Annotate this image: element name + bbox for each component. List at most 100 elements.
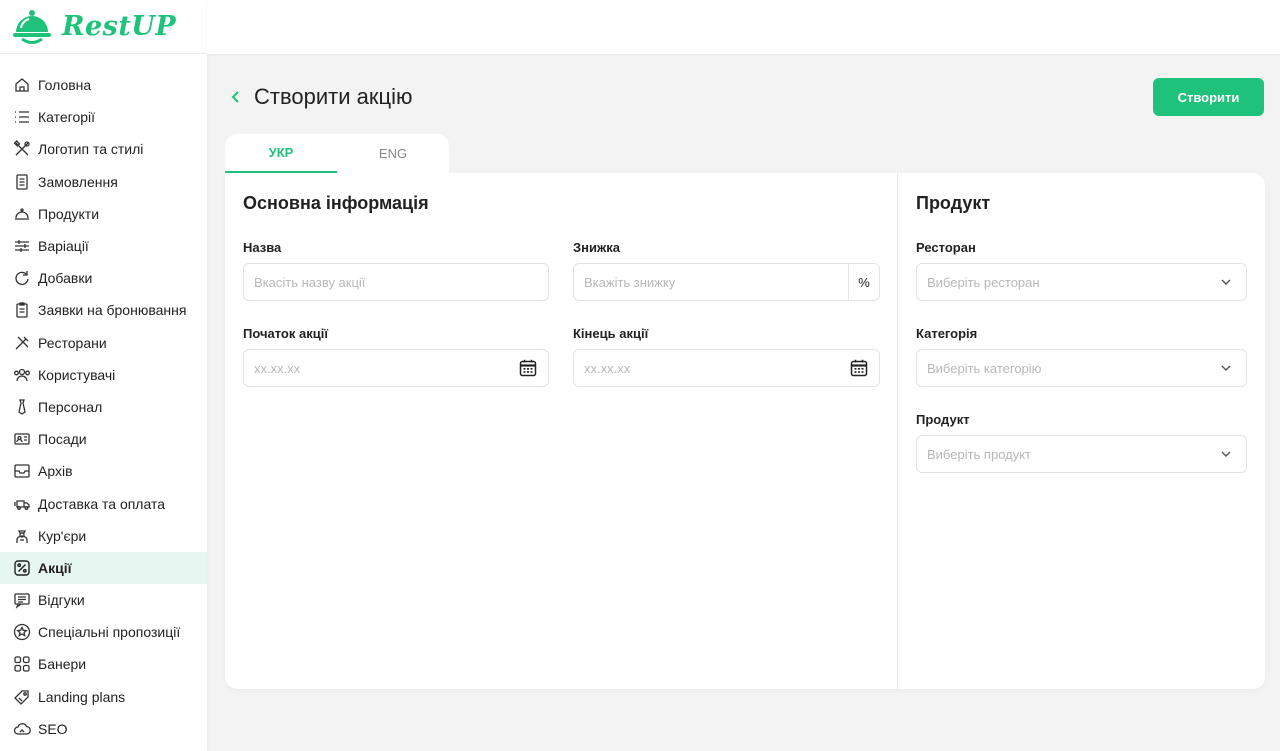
sidebar-item-label: Продукти	[38, 205, 100, 222]
chevron-down-icon	[1221, 451, 1231, 457]
name-field-wrapper	[243, 263, 549, 301]
sidebar-item-home[interactable]: Головна	[0, 69, 207, 101]
sidebar-item-label: Заявки на бронювання	[38, 302, 187, 319]
chevron-left-icon[interactable]	[228, 89, 244, 105]
tag-icon	[14, 690, 29, 705]
sidebar-item-label: Архів	[38, 463, 73, 480]
product-select-value: Виберіть продукт	[927, 446, 1032, 462]
sidebar-item-variations[interactable]: Варіації	[0, 230, 207, 262]
courier-icon	[16, 530, 28, 543]
logo[interactable]: RestUP	[0, 0, 207, 54]
end-date-field-wrapper	[573, 349, 880, 387]
sidebar-item-bookings[interactable]: Заявки на бронювання	[0, 294, 207, 326]
utensils-icon	[15, 336, 29, 350]
sidebar-item-reviews[interactable]: Відгуки	[0, 584, 207, 616]
calendar-icon[interactable]	[518, 358, 538, 378]
sidebar-item-seo[interactable]: SEO	[0, 713, 207, 745]
archive-icon	[14, 464, 30, 478]
cloud-icon	[13, 722, 31, 735]
percent-suffix: %	[848, 264, 879, 300]
id-card-icon	[14, 433, 30, 445]
cloche-icon	[15, 208, 29, 220]
tools-icon	[13, 140, 30, 156]
chevron-down-icon	[1221, 279, 1231, 285]
discount-input[interactable]	[574, 264, 848, 300]
clipboard-icon	[16, 302, 28, 319]
cloche-logo-icon	[13, 9, 51, 44]
calendar-icon[interactable]	[849, 358, 869, 378]
sliders-icon	[15, 240, 29, 253]
section-divider	[897, 173, 898, 689]
sidebar-item-label: Спеціальні пропозиції	[38, 624, 181, 641]
sidebar-item-staff[interactable]: Персонал	[0, 391, 207, 423]
comments-icon	[14, 593, 30, 609]
product-section-title: Продукт	[916, 193, 991, 213]
sidebar-item-restaurants[interactable]: Ресторани	[0, 327, 207, 359]
name-input[interactable]	[244, 264, 548, 300]
name-label: Назва	[243, 240, 282, 255]
form-card: Основна інформація Назва Знижка % Почато…	[225, 173, 1265, 689]
sidebar-item-label: Landing plans	[38, 688, 126, 705]
sidebar-item-users[interactable]: Користувачі	[0, 359, 207, 391]
product-label: Продукт	[916, 412, 970, 427]
sidebar-item-label: Варіації	[38, 238, 89, 255]
sidebar-item-label: Відгуки	[38, 592, 85, 609]
sidebar-item-label: Користувачі	[38, 366, 116, 383]
percent-icon	[14, 560, 30, 576]
sidebar-item-landing-plans[interactable]: Landing plans	[0, 681, 207, 713]
sidebar-item-label: Доставка та оплата	[38, 495, 165, 512]
restaurant-label: Ресторан	[916, 240, 976, 255]
restaurant-select[interactable]: Виберіть ресторан	[916, 263, 1247, 301]
discount-field-wrapper: %	[573, 263, 880, 301]
sidebar-item-label: Логотип та стилі	[38, 141, 144, 158]
sidebar-item-special-offers[interactable]: Спеціальні пропозиції	[0, 616, 207, 648]
sidebar-item-label: Категорії	[38, 109, 96, 126]
sidebar-item-products[interactable]: Продукти	[0, 198, 207, 230]
sidebar-item-archive[interactable]: Архів	[0, 455, 207, 487]
receipt-icon	[16, 174, 28, 190]
end-date-label: Кінець акції	[573, 326, 649, 341]
category-select-value: Виберіть категорію	[927, 360, 1042, 376]
sidebar-item-label: SEO	[38, 720, 68, 737]
page-header: Створити акцію Створити	[228, 78, 1264, 116]
sidebar: RestUP Головна Категорії Логотип та стил…	[0, 0, 207, 751]
language-tabs: УКР ENG	[225, 134, 449, 173]
category-select[interactable]: Виберіть категорію	[916, 349, 1247, 387]
sidebar-item-label: Замовлення	[38, 173, 118, 190]
end-date-input[interactable]	[574, 350, 849, 386]
sidebar-nav: Головна Категорії Логотип та стилі Замов…	[0, 54, 207, 745]
create-button[interactable]: Створити	[1153, 78, 1264, 116]
sidebar-item-addons[interactable]: Добавки	[0, 262, 207, 294]
sidebar-item-label: Добавки	[38, 270, 93, 287]
sidebar-item-label: Акції	[38, 559, 72, 576]
sidebar-item-couriers[interactable]: Кур'єри	[0, 520, 207, 552]
chevron-down-icon	[1221, 365, 1231, 371]
sidebar-item-positions[interactable]: Посади	[0, 423, 207, 455]
start-date-input[interactable]	[244, 350, 518, 386]
sidebar-item-label: Ресторани	[38, 334, 107, 351]
sidebar-item-promotions[interactable]: Акції	[0, 551, 207, 584]
grid-icon	[14, 656, 30, 673]
sidebar-item-categories[interactable]: Категорії	[0, 101, 207, 133]
restaurant-select-value: Виберіть ресторан	[927, 274, 1040, 290]
sidebar-item-orders[interactable]: Замовлення	[0, 166, 207, 198]
delivery-icon	[14, 499, 30, 510]
product-select[interactable]: Виберіть продукт	[916, 435, 1247, 473]
sidebar-item-label: Банери	[38, 656, 87, 673]
users-icon	[14, 368, 30, 381]
sidebar-item-delivery[interactable]: Доставка та оплата	[0, 487, 207, 519]
home-icon	[15, 78, 29, 92]
list-icon	[15, 111, 29, 123]
topbar	[207, 0, 1280, 54]
tie-icon	[18, 399, 26, 415]
sidebar-item-label: Головна	[38, 77, 92, 94]
start-date-label: Початок акції	[243, 326, 328, 341]
sidebar-item-label: Персонал	[38, 398, 103, 415]
tab-ukr[interactable]: УКР	[225, 134, 337, 173]
sidebar-item-banners[interactable]: Банери	[0, 648, 207, 680]
discount-label: Знижка	[573, 240, 620, 255]
tab-eng[interactable]: ENG	[337, 134, 449, 173]
sidebar-item-label: Посади	[38, 431, 87, 448]
sidebar-item-logo-styles[interactable]: Логотип та стилі	[0, 133, 207, 165]
main-info-title: Основна інформація	[243, 193, 429, 213]
